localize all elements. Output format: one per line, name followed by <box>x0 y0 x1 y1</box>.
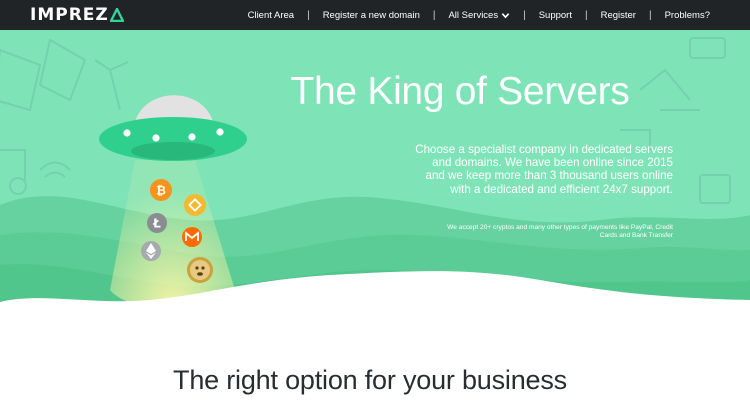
main-menu: Client Area | Register a new domain | Al… <box>248 0 710 30</box>
chevron-down-icon <box>501 12 510 18</box>
top-navbar: IMPREZ Client Area | Register a new doma… <box>0 0 750 30</box>
ethereum-icon <box>141 241 161 261</box>
nav-register[interactable]: Register <box>601 10 636 21</box>
logo-triangle-icon <box>109 8 124 22</box>
section-title: The right option for your business <box>173 365 567 395</box>
nav-separator: | <box>307 9 310 21</box>
nav-separator: | <box>648 9 652 21</box>
hero-title: The King of Servers <box>290 70 630 113</box>
hero-description: Choose a specialist company in dedicated… <box>415 143 673 196</box>
nav-client-area[interactable]: Client Area <box>248 10 294 21</box>
brand-name: IMPREZ <box>30 5 109 25</box>
ufo-beam <box>110 160 235 309</box>
brand-logo[interactable]: IMPREZ <box>30 5 124 25</box>
nav-all-services-label: All Services <box>448 9 499 21</box>
nav-all-services[interactable]: All Services <box>448 10 510 21</box>
nav-separator: | <box>584 9 588 21</box>
nav-support[interactable]: Support <box>539 10 572 21</box>
svg-text:Ł: Ł <box>152 217 161 231</box>
bitcoin-icon: ₿ <box>150 179 172 201</box>
binance-icon <box>184 194 206 216</box>
ufo-icon <box>99 95 247 161</box>
nav-separator: | <box>523 9 526 21</box>
monero-icon <box>182 227 202 247</box>
nav-separator: | <box>432 9 436 21</box>
litecoin-icon: Ł <box>147 213 167 233</box>
payment-note: We accept 20+ cryptos and many other typ… <box>447 224 673 239</box>
dogecoin-icon <box>187 257 213 283</box>
hero-banner: ₿ Ł The King of Servers Choose a special… <box>0 30 750 325</box>
svg-text:₿: ₿ <box>156 184 166 198</box>
nav-problems[interactable]: Problems? <box>665 10 710 21</box>
nav-register-domain[interactable]: Register a new domain <box>323 10 420 21</box>
